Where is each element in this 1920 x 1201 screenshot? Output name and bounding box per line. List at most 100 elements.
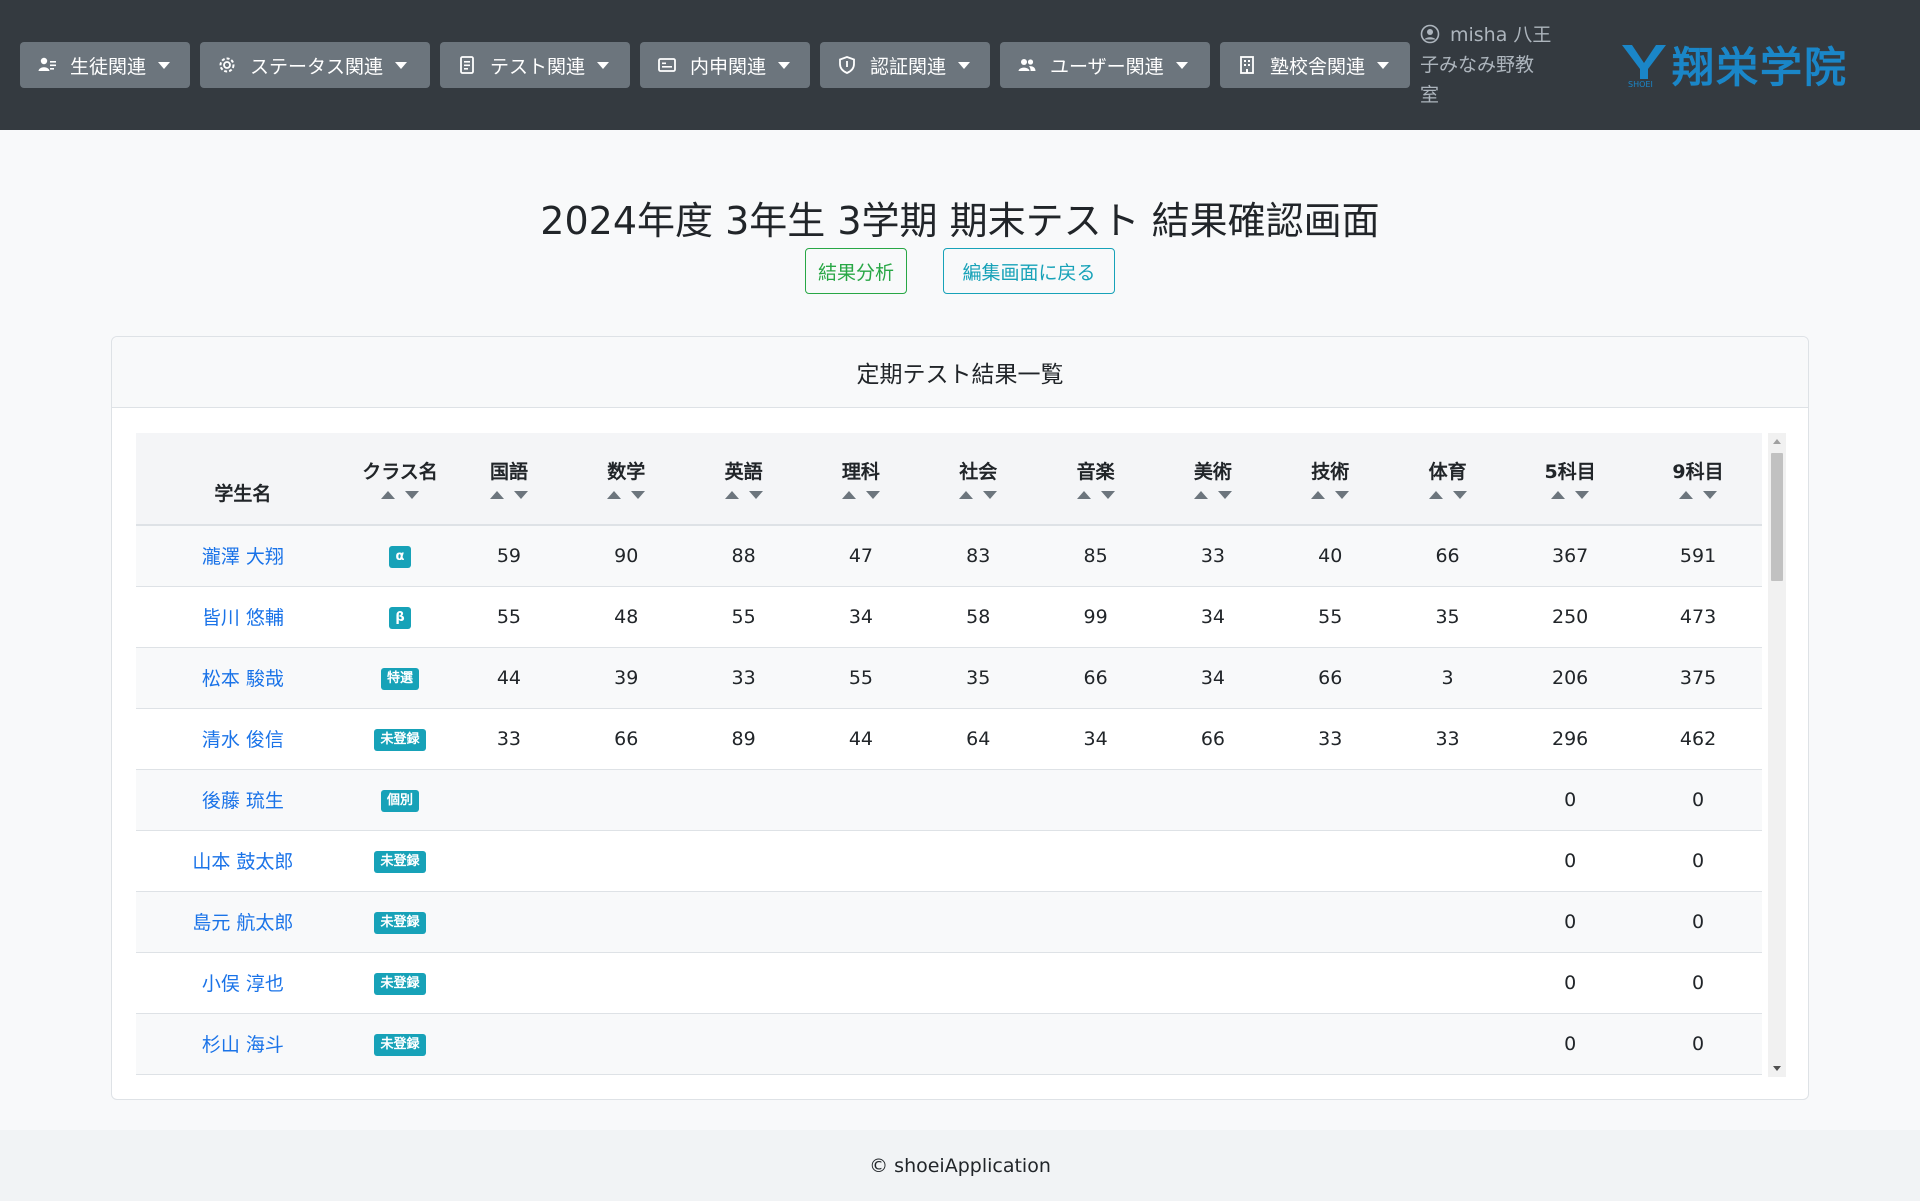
student-name-link[interactable]: 松本 駿哉 <box>202 668 284 690</box>
caret-down-icon <box>1377 61 1390 69</box>
brand-logo[interactable]: SHOEI 翔栄学院 <box>1618 36 1848 92</box>
sort-ascending-icon[interactable] <box>724 490 739 499</box>
score-cell: 35 <box>1435 605 1460 628</box>
sort-ascending-icon[interactable] <box>607 490 622 499</box>
score-cell <box>450 830 567 891</box>
sort-ascending-icon[interactable] <box>1428 490 1443 499</box>
sort-descending-icon[interactable] <box>983 490 998 499</box>
sort-descending-icon[interactable] <box>513 490 528 499</box>
user-name-line1: misha 八王 <box>1450 24 1552 46</box>
column-header: 5科目 <box>1506 433 1635 526</box>
card-icon <box>656 54 678 76</box>
sort-descending-icon[interactable] <box>1452 490 1467 499</box>
score-cell <box>920 830 1037 891</box>
sort-controls <box>450 490 567 499</box>
score-cell <box>685 891 802 952</box>
nav-menu-1[interactable]: 生徒関連 <box>20 42 190 88</box>
sort-ascending-icon[interactable] <box>841 490 856 499</box>
score-cell <box>685 769 802 830</box>
student-name-link[interactable]: 皆川 悠輔 <box>202 607 284 629</box>
column-header-label: 社会 <box>959 460 998 483</box>
nav-menu-2[interactable]: ステータス関連 <box>200 42 430 88</box>
sort-ascending-icon[interactable] <box>1551 490 1566 499</box>
caret-down-icon <box>958 61 971 69</box>
analysis-button[interactable]: 結果分析 <box>805 248 907 294</box>
total-9-cell: 0 <box>1691 849 1705 872</box>
class-cell: 未登録 <box>350 891 451 952</box>
class-badge: 未登録 <box>374 912 426 934</box>
sort-ascending-icon[interactable] <box>959 490 974 499</box>
sort-descending-icon[interactable] <box>1703 490 1718 499</box>
nav-menu-6[interactable]: ユーザー関連 <box>1000 42 1210 88</box>
nav-menu-label: テスト関連 <box>490 55 586 78</box>
student-name-link[interactable]: 瀧澤 大翔 <box>202 546 284 568</box>
column-header: 英語 <box>684 433 803 526</box>
sort-ascending-icon[interactable] <box>1679 490 1694 499</box>
sort-controls <box>1389 490 1506 499</box>
sort-descending-icon[interactable] <box>1575 490 1590 499</box>
scroll-up-arrow-icon[interactable] <box>1773 439 1781 444</box>
score-cell: 47 <box>848 544 874 567</box>
total-5-cell: 0 <box>1564 849 1577 872</box>
student-name-link[interactable]: 島元 航太郎 <box>192 912 293 934</box>
student-name-link[interactable]: 後藤 琉生 <box>202 790 284 812</box>
class-badge: β <box>389 607 411 629</box>
score-cell <box>920 891 1037 952</box>
class-cell: 未登録 <box>350 952 451 1013</box>
student-name-link[interactable]: 清水 俊信 <box>202 729 284 751</box>
sort-ascending-icon[interactable] <box>381 490 395 499</box>
column-header: 社会 <box>919 433 1037 526</box>
sort-ascending-icon[interactable] <box>489 490 504 499</box>
back-to-edit-button[interactable]: 編集画面に戻る <box>943 248 1115 294</box>
nav-menu-4[interactable]: 内申関連 <box>640 42 810 88</box>
table-scrollbar[interactable] <box>1768 433 1786 1077</box>
nav-menu-5[interactable]: 認証関連 <box>820 42 990 88</box>
sort-ascending-icon[interactable] <box>1076 490 1091 499</box>
score-cell <box>1154 891 1271 952</box>
scroll-thumb[interactable] <box>1771 453 1783 581</box>
student-name-link[interactable]: 山本 鼓太郎 <box>192 851 293 873</box>
score-cell: 40 <box>1318 544 1343 567</box>
total-9-cell: 0 <box>1691 1032 1705 1055</box>
student-name-cell: 島元 航太郎 <box>136 891 350 952</box>
sort-descending-icon[interactable] <box>1100 490 1115 499</box>
score-cell: 66 <box>1435 544 1460 567</box>
sort-descending-icon[interactable] <box>865 490 880 499</box>
score-cell: 89 <box>731 727 756 750</box>
column-header-label: 技術 <box>1311 460 1350 483</box>
score-cell: 90 <box>614 544 639 567</box>
column-header-label: 9科目 <box>1672 460 1724 483</box>
sort-controls <box>920 490 1037 499</box>
results-card: 定期テスト結果一覧 学生名 クラス名 国語 数学 英語 理科 社会 音楽 美術 技術 体育 5科目 9科… <box>111 336 1809 1100</box>
column-header: クラス名 <box>349 433 451 526</box>
sort-descending-icon[interactable] <box>405 490 419 499</box>
student-name-link[interactable]: 杉山 海斗 <box>202 1034 284 1056</box>
total-9-cell: 0 <box>1691 971 1705 994</box>
score-cell: 33 <box>1200 544 1225 567</box>
user-name-line2: 子みなみ野教 <box>1420 54 1535 76</box>
scroll-down-arrow-icon[interactable] <box>1773 1066 1781 1071</box>
sort-ascending-icon[interactable] <box>1311 490 1326 499</box>
sort-descending-icon[interactable] <box>631 490 646 499</box>
class-cell: α <box>350 525 451 586</box>
sort-descending-icon[interactable] <box>748 490 763 499</box>
class-badge: 特選 <box>380 668 419 690</box>
column-header: 音楽 <box>1036 433 1155 526</box>
total-5-cell: 206 <box>1552 666 1589 689</box>
sort-descending-icon[interactable] <box>1217 490 1232 499</box>
score-cell: 85 <box>1083 544 1108 567</box>
document-icon <box>456 54 478 76</box>
sort-ascending-icon[interactable] <box>1193 490 1208 499</box>
total-5-cell: 0 <box>1564 971 1577 994</box>
sort-descending-icon[interactable] <box>1335 490 1350 499</box>
column-header: 技術 <box>1271 433 1389 526</box>
brand-small-text: SHOEI <box>1628 80 1653 89</box>
score-cell: 33 <box>1435 727 1460 750</box>
nav-menu-3[interactable]: テスト関連 <box>440 42 630 88</box>
score-cell <box>920 769 1037 830</box>
score-cell: 44 <box>496 666 522 689</box>
student-name-link[interactable]: 小俣 淳也 <box>202 973 284 995</box>
nav-menu-7[interactable]: 塾校舎関連 <box>1220 42 1410 88</box>
score-cell <box>802 952 919 1013</box>
score-cell <box>1389 769 1506 830</box>
